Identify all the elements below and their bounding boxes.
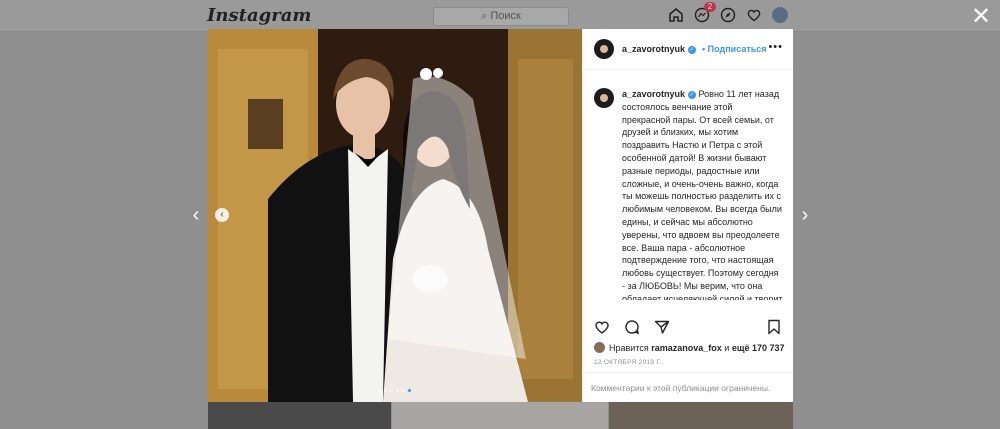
messenger-icon[interactable]: 2: [694, 2, 716, 23]
likes-prefix: Нравится: [609, 342, 649, 353]
grid-thumbnail[interactable]: [208, 402, 391, 429]
chevron-right-icon[interactable]: ›: [797, 204, 813, 226]
likes-middle: и: [724, 342, 730, 353]
avatar: [594, 342, 605, 353]
caption-body: Ровно 11 лет назад состоялось венчание э…: [622, 89, 783, 300]
carousel-dot: [396, 389, 399, 392]
notification-badge: 2: [704, 2, 716, 12]
chevron-left-icon[interactable]: ‹: [215, 208, 229, 222]
carousel-dot: [390, 389, 393, 392]
carousel-dot-active: [408, 389, 411, 392]
post-sidebar: a_zavorotnyuk ✓ • Подписаться ••• a_zavor…: [582, 29, 793, 402]
post-username[interactable]: a_zavorotnyuk ✓: [622, 44, 697, 54]
instagram-logo[interactable]: Instagram: [207, 5, 311, 26]
caption-text: a_zavorotnyuk ✓ Ровно 11 лет назад состоя…: [622, 88, 783, 300]
post-header: a_zavorotnyuk ✓ • Подписаться •••: [583, 29, 793, 70]
wedding-photo-illustration: [208, 29, 582, 402]
carousel-dot: [402, 389, 405, 392]
chevron-left-icon[interactable]: ‹: [188, 204, 204, 226]
likes-user[interactable]: ramazanova_fox: [651, 343, 722, 353]
grid-thumbnail[interactable]: [392, 402, 608, 429]
grid-thumbnail[interactable]: [609, 402, 793, 429]
explore-icon[interactable]: [720, 7, 736, 23]
avatar[interactable]: [594, 88, 614, 108]
carousel-indicator: [378, 389, 411, 392]
post-actions: [594, 319, 670, 335]
comment-icon[interactable]: [624, 319, 640, 335]
post-caption: a_zavorotnyuk ✓ Ровно 11 лет назад состоя…: [583, 70, 793, 300]
carousel-dot: [378, 389, 381, 392]
search-input[interactable]: ⌕ Поиск: [433, 7, 569, 26]
more-options-icon[interactable]: •••: [768, 41, 783, 53]
verified-icon: ✓: [688, 90, 697, 99]
likes-line: Нравится ramazanova_fox и ещё 170 737: [594, 342, 784, 353]
likes-count[interactable]: ещё 170 737: [732, 343, 785, 353]
header-icons: 2: [668, 2, 788, 25]
follow-button[interactable]: • Подписаться: [702, 44, 767, 54]
avatar[interactable]: [594, 39, 614, 59]
home-icon[interactable]: [668, 7, 684, 23]
caption-username[interactable]: a_zavorotnyuk: [622, 89, 685, 99]
close-icon[interactable]: ✕: [970, 5, 992, 29]
share-icon[interactable]: [654, 319, 670, 335]
background-header: Instagram ⌕ Поиск 2: [0, 0, 1000, 32]
heart-outline-icon[interactable]: [594, 319, 610, 335]
post-modal: ‹ a_zavorotnyuk ✓ • Подписаться ••• a_zav…: [208, 29, 793, 402]
bookmark-icon[interactable]: [766, 319, 782, 335]
post-photo[interactable]: ‹: [208, 29, 582, 402]
verified-icon: ✓: [688, 45, 697, 54]
profile-avatar[interactable]: [772, 7, 788, 23]
carousel-dot: [384, 389, 387, 392]
heart-icon[interactable]: [746, 7, 762, 23]
post-date[interactable]: 12 ОКТЯБРЯ 2019 Г.: [594, 359, 662, 366]
comments-disabled-notice: Комментарии к этой публикации ограничены…: [583, 372, 793, 402]
